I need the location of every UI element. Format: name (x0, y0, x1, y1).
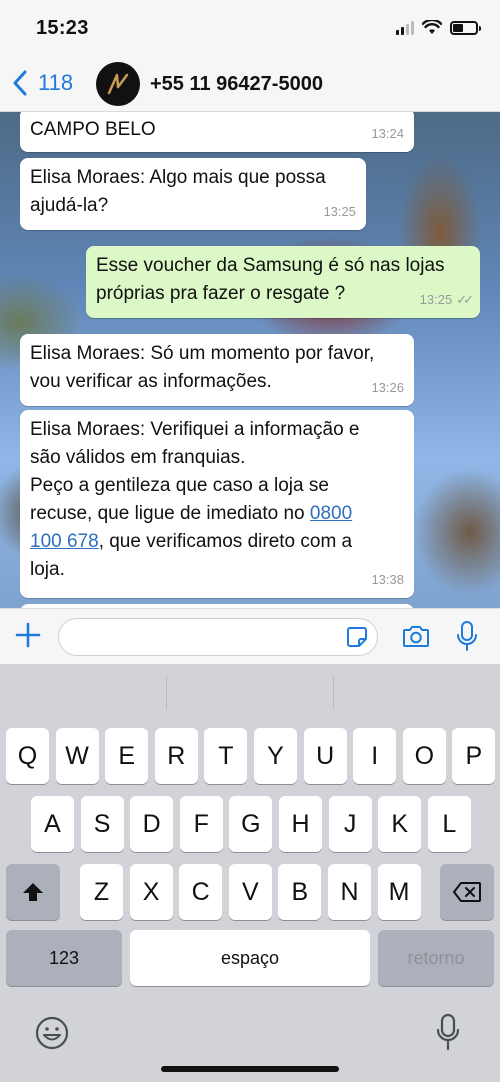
suggestion-divider (333, 676, 334, 710)
key-e[interactable]: E (105, 728, 149, 784)
return-key[interactable]: retorno (378, 930, 494, 986)
chevron-left-icon (13, 70, 27, 96)
key-l[interactable]: L (427, 796, 471, 852)
signal-icon (396, 20, 414, 35)
contact-name[interactable]: +55 11 96427-5000 (150, 73, 323, 96)
unread-count: 118 (38, 70, 74, 95)
message-text: Elisa Moraes: Só um momento por favor, v… (30, 343, 375, 392)
key-h[interactable]: H (279, 796, 322, 852)
key-z[interactable]: Z (80, 864, 123, 920)
key-r[interactable]: R (154, 728, 198, 784)
status-time: 15:23 (36, 17, 89, 39)
key-v[interactable]: V (228, 864, 272, 920)
suggestion-bar[interactable] (0, 664, 500, 722)
key-k[interactable]: K (378, 796, 422, 852)
message-bubble[interactable]: Elisa Moraes: Verifiquei a informação e … (20, 410, 414, 598)
microphone-icon[interactable] (436, 1013, 460, 1051)
key-x[interactable]: X (129, 864, 173, 920)
read-ticks-icon: ✓✓ (456, 292, 474, 307)
battery-icon (450, 20, 481, 35)
home-indicator[interactable] (161, 1066, 339, 1072)
avatar[interactable] (96, 62, 140, 106)
message-text: Esse voucher da Samsung é só nas lojas p… (96, 255, 445, 304)
message-bubble[interactable]: Elisa Moraes: Algo mais que possa ajudá-… (20, 158, 366, 230)
message-time: 13:26 (371, 380, 404, 395)
key-g[interactable]: G (229, 796, 273, 852)
suggestion-divider (166, 676, 167, 710)
numbers-key[interactable]: 123 (6, 930, 122, 986)
key-c[interactable]: C (179, 864, 223, 920)
key-f[interactable]: F (179, 796, 223, 852)
key-n[interactable]: N (328, 864, 371, 920)
input-bar (0, 608, 500, 664)
shift-key[interactable] (6, 864, 60, 920)
key-j[interactable]: J (328, 796, 372, 852)
key-b[interactable]: B (278, 864, 322, 920)
emoji-icon[interactable] (34, 1015, 70, 1051)
message-text: Elisa Moraes: Algo mais que possa ajudá-… (30, 167, 326, 216)
key-w[interactable]: W (55, 728, 99, 784)
message-text: Elisa Moraes: Verifiquei a informação e … (30, 416, 404, 584)
message-bubble[interactable]: CAMPO BELO 13:24 (20, 112, 414, 152)
chat-area[interactable]: CAMPO BELO 13:24 Elisa Moraes: Algo mais… (0, 112, 500, 608)
microphone-icon[interactable] (456, 620, 478, 652)
key-t[interactable]: T (204, 728, 248, 784)
key-q[interactable]: Q (6, 728, 49, 784)
message-time: 13:25 (419, 292, 453, 307)
space-key[interactable]: espaço (130, 930, 370, 986)
message-bubble-outgoing[interactable]: Esse voucher da Samsung é só nas lojas p… (86, 246, 480, 318)
message-input[interactable] (58, 618, 378, 656)
logo-icon (107, 73, 129, 95)
key-m[interactable]: M (377, 864, 421, 920)
key-s[interactable]: S (80, 796, 124, 852)
backspace-icon (453, 882, 481, 902)
chat-header: 118 +55 11 96427-5000 (0, 58, 500, 112)
key-p[interactable]: P (452, 728, 496, 784)
message-time: 13:24 (371, 126, 404, 141)
key-a[interactable]: A (31, 796, 74, 852)
status-icons (396, 20, 481, 35)
key-i[interactable]: I (353, 728, 397, 784)
wifi-icon (422, 20, 442, 34)
message-time: 13:25 (323, 204, 356, 219)
keyboard: QWERTYUIOP ASDFGHJKL ZXCVBNM 123 espaço … (0, 664, 500, 1082)
message-text: CAMPO BELO (30, 119, 156, 140)
shift-icon (23, 883, 43, 901)
camera-icon[interactable] (402, 623, 430, 649)
backspace-key[interactable] (440, 864, 494, 920)
key-o[interactable]: O (402, 728, 446, 784)
back-button[interactable]: 118 (12, 70, 73, 96)
message-time-wrap: 13:25 ✓✓ (419, 286, 474, 314)
status-bar: 15:23 (0, 0, 500, 58)
sticker-icon[interactable] (346, 626, 368, 648)
message-time: 13:38 (371, 572, 404, 587)
key-u[interactable]: U (303, 728, 347, 784)
key-y[interactable]: Y (254, 728, 297, 784)
key-d[interactable]: D (130, 796, 174, 852)
message-bubble[interactable]: Elisa Moraes: Só um momento por favor, v… (20, 334, 414, 406)
plus-icon[interactable] (14, 621, 42, 649)
